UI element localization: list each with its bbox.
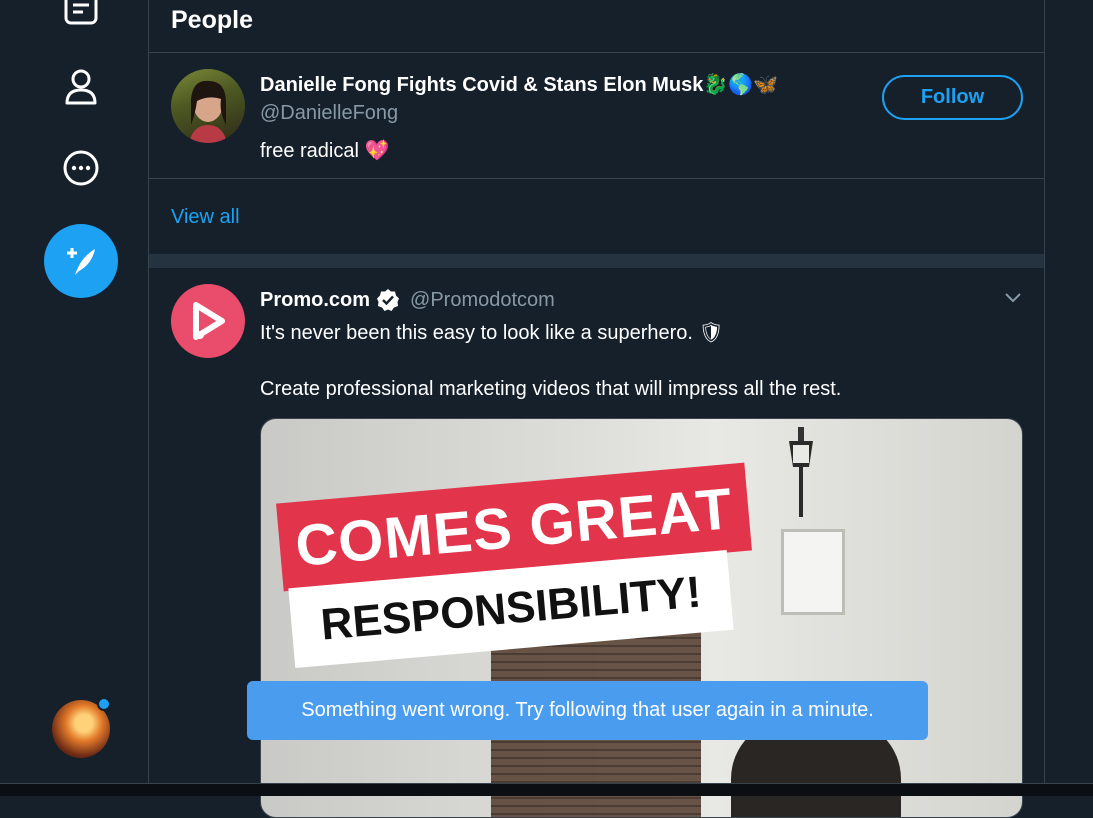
tweet-author[interactable]: Promo.com @Promodotcom: [260, 288, 555, 312]
error-toast: Something went wrong. Try following that…: [247, 681, 928, 740]
timeline-column: People Danielle Fong Fights Covid & Stan…: [148, 0, 1045, 818]
follow-button[interactable]: Follow: [882, 75, 1023, 120]
verified-badge-icon: [377, 289, 400, 311]
divider: [149, 52, 1044, 53]
street-lamp: [789, 427, 813, 517]
divider: [149, 178, 1044, 179]
compose-tweet-button[interactable]: [44, 224, 118, 298]
chevron-down-icon[interactable]: [1001, 286, 1025, 310]
more-icon[interactable]: [59, 146, 103, 190]
tweet-text: Create professional marketing videos tha…: [260, 378, 842, 400]
shield-emoji: 🛡: [698, 322, 724, 344]
view-all-link[interactable]: View all: [171, 206, 240, 229]
user-avatar[interactable]: [171, 69, 245, 143]
section-separator: [149, 254, 1044, 268]
people-header: People: [171, 6, 253, 34]
user-handle[interactable]: @DanielleFong: [260, 102, 398, 125]
name-emoji: 🐉🌎🦋: [703, 74, 779, 96]
sidebar: [0, 0, 148, 795]
user-bio: free radical 💖: [260, 140, 390, 162]
notification-dot: [97, 697, 111, 711]
compose-tweet-icon: [67, 248, 95, 275]
user-name[interactable]: Danielle Fong Fights Covid & Stans Elon …: [260, 72, 778, 97]
bottom-bar: [0, 783, 1093, 796]
profile-icon[interactable]: [59, 65, 103, 109]
promo-logo-icon: [193, 302, 225, 340]
promo-avatar[interactable]: [171, 284, 245, 358]
building-window: [781, 529, 845, 615]
lists-icon[interactable]: [59, 0, 103, 32]
bio-emoji: 💖: [364, 140, 390, 162]
tweet-text: It's never been this easy to look like a…: [260, 322, 724, 344]
tweet-media[interactable]: COMES GREAT RESPONSIBILITY!: [260, 418, 1023, 818]
